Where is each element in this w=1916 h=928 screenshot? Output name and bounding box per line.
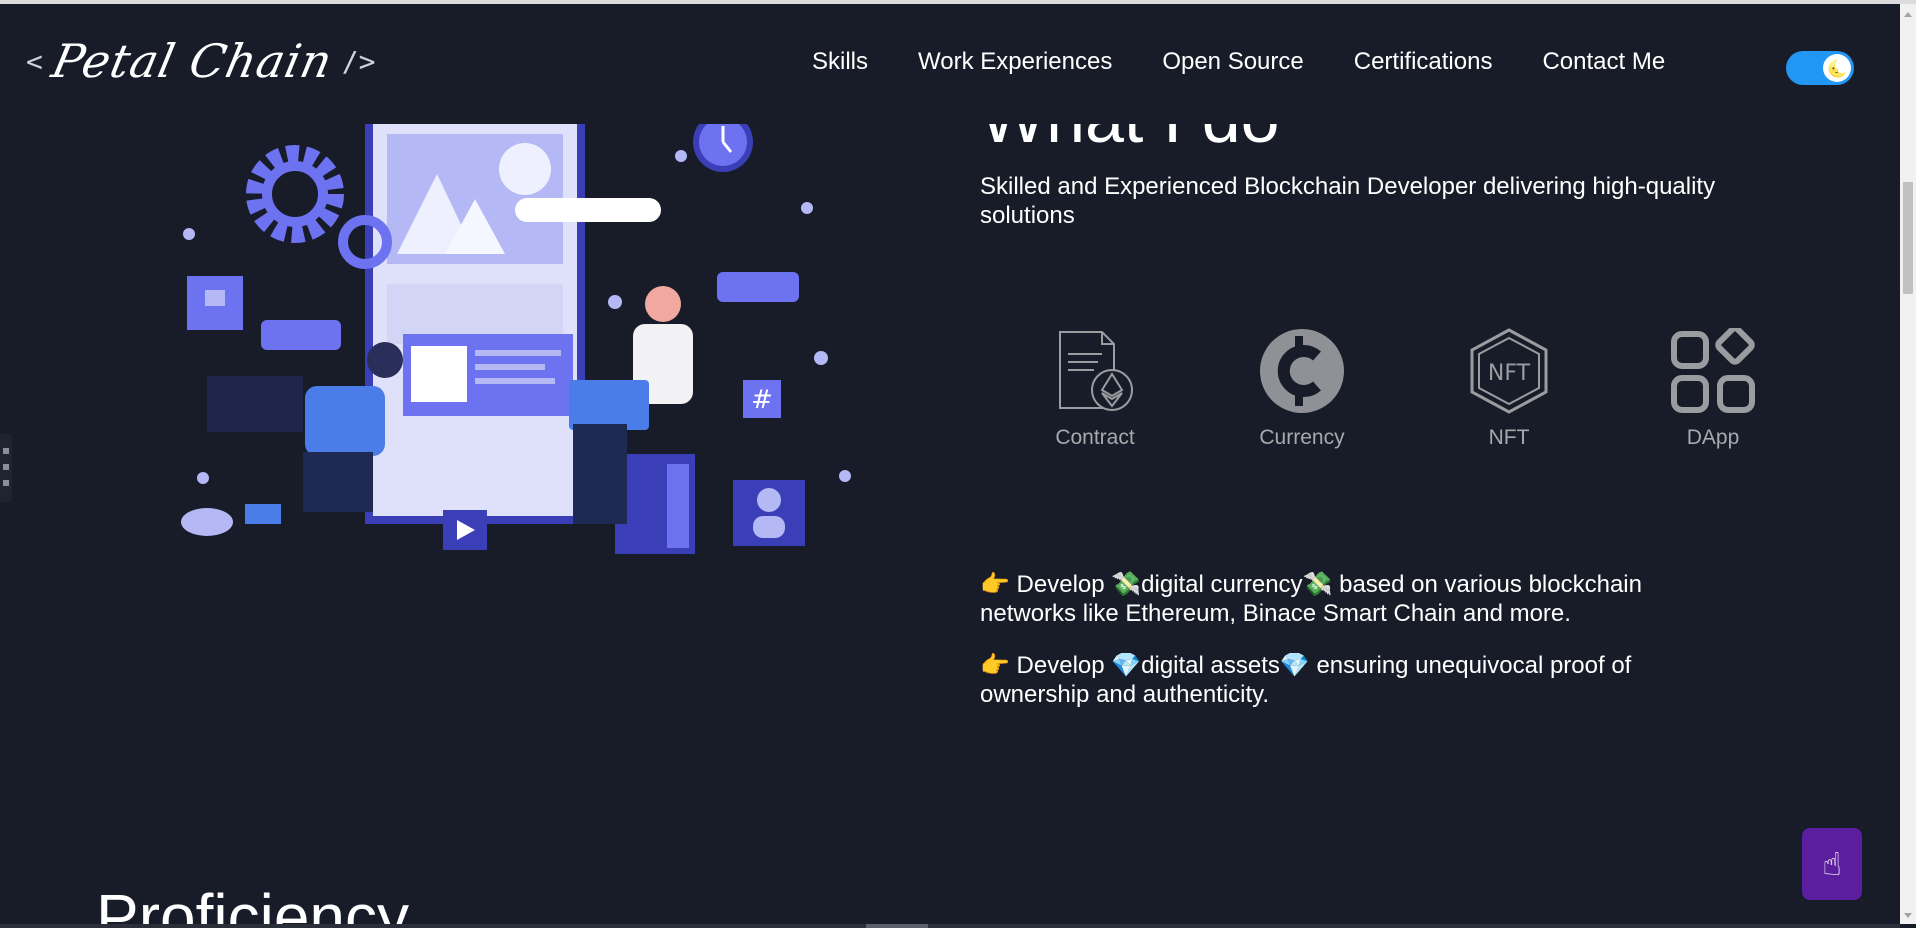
svg-text:#: # bbox=[751, 385, 773, 415]
horizontal-scroll-thumb[interactable] bbox=[866, 924, 928, 928]
skill-nft: NFT NFT bbox=[1434, 328, 1584, 450]
contract-document-icon bbox=[1020, 328, 1170, 414]
proficiency-heading: Proficiency bbox=[96, 881, 409, 928]
skill-currency-label: Currency bbox=[1259, 426, 1345, 449]
svg-text:NFT: NFT bbox=[1488, 361, 1531, 386]
scroll-down-icon[interactable] bbox=[1904, 913, 1912, 918]
developer-illustration: # bbox=[175, 112, 855, 564]
skill-contract-label: Contract bbox=[1055, 426, 1135, 449]
skill-contract: Contract bbox=[1020, 328, 1170, 450]
site-logo[interactable]: < Petal Chain /> bbox=[26, 34, 376, 88]
skill-dapp: DApp bbox=[1638, 328, 1788, 450]
logo-bracket-open: < bbox=[26, 44, 43, 78]
handle-dot bbox=[3, 464, 9, 470]
skills-icons-row: Contract Currency NFT NFT DApp bbox=[1020, 328, 1760, 468]
pointing-hand-icon: ☝ bbox=[1822, 845, 1842, 883]
vertical-scrollbar[interactable] bbox=[1900, 4, 1916, 924]
skill-dapp-label: DApp bbox=[1686, 426, 1740, 449]
theme-toggle[interactable]: 🌜 bbox=[1786, 51, 1854, 85]
nav-work-experiences[interactable]: Work Experiences bbox=[918, 48, 1112, 76]
nav-certifications[interactable]: Certifications bbox=[1354, 48, 1493, 76]
nft-hexagon-icon: NFT bbox=[1434, 328, 1584, 414]
scroll-thumb[interactable] bbox=[1903, 182, 1913, 294]
moon-icon: 🌜 bbox=[1823, 54, 1851, 82]
section-subtitle: Skilled and Experienced Blockchain Devel… bbox=[980, 173, 1716, 229]
skill-point: 👉 Develop 💎digital assets💎 ensuring uneq… bbox=[980, 652, 1632, 708]
scroll-up-icon[interactable] bbox=[1904, 12, 1912, 17]
handle-dot bbox=[3, 480, 9, 486]
nav-skills[interactable]: Skills bbox=[812, 48, 868, 76]
side-drawer-handle[interactable] bbox=[0, 434, 12, 502]
skill-point: 👉 Develop 💸digital currency💸 based on va… bbox=[980, 571, 1642, 627]
horizontal-scrollbar[interactable] bbox=[0, 924, 1900, 928]
skill-currency: Currency bbox=[1227, 328, 1377, 450]
currency-coin-icon bbox=[1227, 328, 1377, 414]
site-header: < Petal Chain /> Skills Work Experiences… bbox=[0, 4, 1900, 124]
logo-bracket-close: /> bbox=[341, 44, 376, 78]
skill-points-list: 👉 Develop 💸digital currency💸 based on va… bbox=[980, 570, 1740, 732]
skill-nft-label: NFT bbox=[1488, 426, 1530, 449]
handle-dot bbox=[3, 448, 9, 454]
dapp-grid-icon bbox=[1638, 328, 1788, 414]
chat-button[interactable]: ☝ bbox=[1802, 828, 1862, 900]
nav-contact-me[interactable]: Contact Me bbox=[1542, 48, 1665, 76]
main-nav: Skills Work Experiences Open Source Cert… bbox=[812, 48, 1715, 76]
logo-name: Petal Chain bbox=[47, 34, 338, 88]
nav-open-source[interactable]: Open Source bbox=[1162, 48, 1303, 76]
